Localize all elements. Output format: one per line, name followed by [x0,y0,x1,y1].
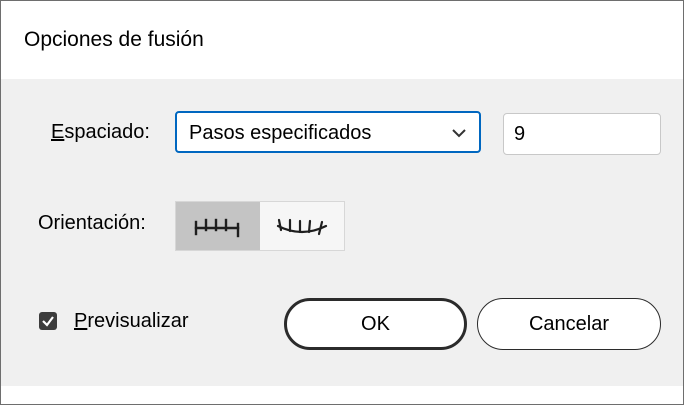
spacing-label-mnemonic: E [51,121,65,143]
blend-options-dialog: Opciones de fusión Espaciado: Pasos espe… [0,0,684,405]
spacing-select-value: Pasos especificados [189,122,372,144]
cancel-button[interactable]: Cancelar [477,298,661,350]
orientation-toggle-group [175,201,345,251]
orientation-label: Orientación: [38,212,146,234]
preview-checkbox[interactable] [39,312,57,330]
orientation-align-to-page-button[interactable] [176,202,260,250]
preview-label[interactable]: Previsualizar [74,310,189,333]
spacing-steps-value: 9 [514,123,526,145]
chevron-down-icon [451,126,467,140]
orientation-align-to-path-button[interactable] [260,202,344,250]
spacing-steps-input[interactable]: 9 [503,113,661,155]
preview-label-text: revisualizar [87,310,189,332]
checkmark-icon [42,316,54,327]
title-bar: Opciones de fusión [1,1,683,79]
spacing-label: Espaciado: [51,121,150,144]
bottom-strip [1,386,683,404]
spacing-select[interactable]: Pasos especificados [175,111,481,153]
preview-label-mnemonic: P [74,310,88,332]
spacing-label-text: spaciado: [64,121,150,143]
ok-button[interactable]: OK [284,298,467,350]
dialog-title: Opciones de fusión [24,28,204,51]
